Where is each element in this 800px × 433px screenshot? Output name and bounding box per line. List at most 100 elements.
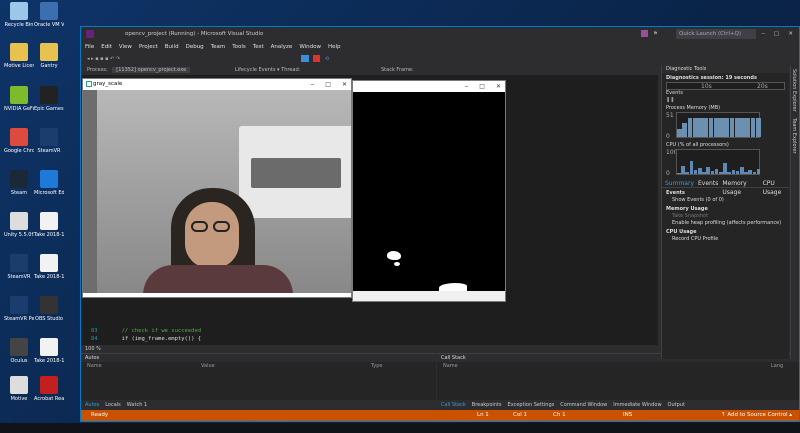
status-bar: Ready Ln 1 Col 1 Ch 1 INS ↑ Add to Sourc… xyxy=(81,410,799,421)
mask-window: ‒ □ ✕ xyxy=(352,80,506,302)
desktop-icon[interactable]: Motive Licens... xyxy=(4,43,34,69)
minimize-button[interactable]: ‒ xyxy=(464,81,468,92)
tab-command-window[interactable]: Command Window xyxy=(560,400,607,410)
menu-view[interactable]: View xyxy=(119,41,132,53)
menu-analyze[interactable]: Analyze xyxy=(271,41,293,53)
graph-bar xyxy=(752,171,757,174)
desktop-icon[interactable]: Take 2018-10... xyxy=(34,212,64,238)
lifecycle-events[interactable]: Lifecycle Events ▾ Thread: xyxy=(235,65,300,75)
desktop-icon[interactable]: SteamVR xyxy=(4,254,34,280)
solution-explorer-tab[interactable]: Solution Explorer xyxy=(791,69,797,112)
menu-file[interactable]: File xyxy=(85,41,94,53)
tab-call-stack[interactable]: Call Stack xyxy=(441,400,466,410)
column-name[interactable]: Name xyxy=(443,363,458,369)
menu-debug[interactable]: Debug xyxy=(186,41,204,53)
diag-title: Diagnostic Tools xyxy=(662,65,789,73)
cpu-graph-row: 100 0 xyxy=(662,149,789,179)
close-button[interactable]: ✕ xyxy=(342,79,347,90)
desktop-icon[interactable]: SteamVR xyxy=(34,128,64,154)
menu-tools[interactable]: Tools xyxy=(232,41,246,53)
desktop-icon[interactable]: Unity 5.5.0f3 (64-bit) xyxy=(4,212,34,238)
cpu-usage-header: CPU Usage xyxy=(666,229,697,235)
desktop-icon-label: Microsoft Edge xyxy=(34,190,64,196)
tab-cpu-usage[interactable]: CPU Usage xyxy=(763,179,789,196)
tab-immediate-window[interactable]: Immediate Window xyxy=(613,400,661,410)
column-name[interactable]: Name xyxy=(87,363,102,369)
graph-bar xyxy=(731,169,736,174)
column-value[interactable]: Value xyxy=(201,362,215,370)
heap-profiling-toggle[interactable]: Enable heap profiling (affects performan… xyxy=(662,220,789,227)
tab-events[interactable]: Events xyxy=(698,179,718,187)
camera-window-title: gray_scale xyxy=(93,81,123,87)
desktop-icon[interactable]: Microsoft Edge xyxy=(34,170,64,196)
desktop-icon[interactable]: Recycle Bin xyxy=(4,2,34,28)
take-snapshot-button[interactable]: Take Snapshot xyxy=(662,213,789,220)
add-to-source-control[interactable]: ↑ Add to Source Control ▴ xyxy=(721,410,792,421)
diagnostic-tools-pane: Diagnostic Tools Diagnostics session: 19… xyxy=(661,65,789,359)
maximize-button[interactable]: □ xyxy=(325,79,331,90)
desktop-icon[interactable]: Gantry xyxy=(34,43,64,69)
diag-timeline[interactable]: 10s 20s xyxy=(666,82,785,90)
tab-breakpoints[interactable]: Breakpoints xyxy=(472,400,502,410)
diag-tabs: Summary Events Memory Usage CPU Usage xyxy=(662,179,789,196)
team-explorer-tab[interactable]: Team Explorer xyxy=(791,118,797,154)
tab-summary[interactable]: Summary xyxy=(665,179,694,187)
minimize-button[interactable]: ‒ xyxy=(310,79,314,90)
desktop-icon[interactable]: Google Chrome xyxy=(4,128,34,154)
desktop-icon[interactable]: Take 2018-10... xyxy=(34,338,64,364)
stop-icon[interactable] xyxy=(313,55,320,62)
process-select[interactable]: [11352] opencv_project.exe xyxy=(112,67,191,73)
record-cpu-profile-button[interactable]: Record CPU Profile xyxy=(662,236,789,243)
desktop-icon[interactable]: SteamVR Performan... xyxy=(4,296,34,322)
menu-bar: File Edit View Project Build Debug Team … xyxy=(81,41,799,53)
vs-logo-icon xyxy=(86,30,94,38)
menu-test[interactable]: Test xyxy=(253,41,264,53)
desktop-icon[interactable]: Steam xyxy=(4,170,34,196)
diag-events-label: Events xyxy=(666,90,683,96)
mask-scrollbar[interactable] xyxy=(353,291,505,301)
filter-icon[interactable] xyxy=(641,30,648,37)
menu-edit[interactable]: Edit xyxy=(101,41,112,53)
mask-window-titlebar[interactable]: ‒ □ ✕ xyxy=(353,81,505,92)
menu-window[interactable]: Window xyxy=(299,41,321,53)
column-type[interactable]: Type xyxy=(371,362,382,370)
desktop-icon[interactable]: Oracle VM VirtualBox xyxy=(34,2,64,28)
tab-output[interactable]: Output xyxy=(668,400,685,410)
tab-autos[interactable]: Autos xyxy=(85,400,99,410)
show-events-link[interactable]: Show Events (0 of 0) xyxy=(662,197,789,204)
flag-icon[interactable]: ⚑ xyxy=(653,27,658,41)
mem-max: 51 xyxy=(666,112,674,119)
close-button[interactable]: ✕ xyxy=(496,81,501,92)
desktop-icon[interactable]: Motive xyxy=(4,376,34,402)
desktop-icon[interactable]: Oculus xyxy=(4,338,34,364)
desktop-icon[interactable]: Acrobat Reader DC xyxy=(34,376,64,402)
menu-build[interactable]: Build xyxy=(165,41,179,53)
menu-team[interactable]: Team xyxy=(211,41,226,53)
graph-bar xyxy=(745,117,750,137)
close-button[interactable]: ✕ xyxy=(788,27,793,41)
menu-project[interactable]: Project xyxy=(139,41,158,53)
desktop-icon[interactable]: NVIDIA GeForce Experience xyxy=(4,86,34,112)
quick-launch-input[interactable]: Quick Launch (Ctrl+Q) xyxy=(676,29,756,39)
camera-window-titlebar[interactable]: gray_scale ‒ □ ✕ xyxy=(83,79,351,90)
maximize-button[interactable]: □ xyxy=(479,81,485,92)
maximize-button[interactable]: □ xyxy=(774,27,779,41)
autos-title: Autos xyxy=(81,354,436,362)
tab-locals[interactable]: Locals xyxy=(105,400,121,410)
desktop-icon[interactable]: Epic Games Launcher xyxy=(34,86,64,112)
column-lang[interactable]: Lang xyxy=(771,362,783,370)
menu-help[interactable]: Help xyxy=(328,41,341,53)
minimize-button[interactable]: ‒ xyxy=(762,27,766,41)
tab-memory-usage[interactable]: Memory Usage xyxy=(722,179,758,196)
pause-icon[interactable] xyxy=(301,55,309,62)
zoom-level[interactable]: 100 % xyxy=(81,345,658,353)
restart-icon[interactable]: ⟲ xyxy=(325,53,329,65)
back-icon[interactable]: ◂ ▸ ▪ ▪ ▪ ↶ ↷ xyxy=(87,56,120,62)
desktop-icon-image xyxy=(40,296,58,314)
tab-exception-settings[interactable]: Exception Settings xyxy=(508,400,555,410)
stack-frame-label[interactable]: Stack Frame: xyxy=(381,65,414,75)
process-label: Process: xyxy=(87,67,108,73)
tab-watch[interactable]: Watch 1 xyxy=(127,400,147,410)
desktop-icon[interactable]: Take 2018-10... xyxy=(34,254,64,280)
desktop-icon[interactable]: OBS Studio xyxy=(34,296,64,322)
